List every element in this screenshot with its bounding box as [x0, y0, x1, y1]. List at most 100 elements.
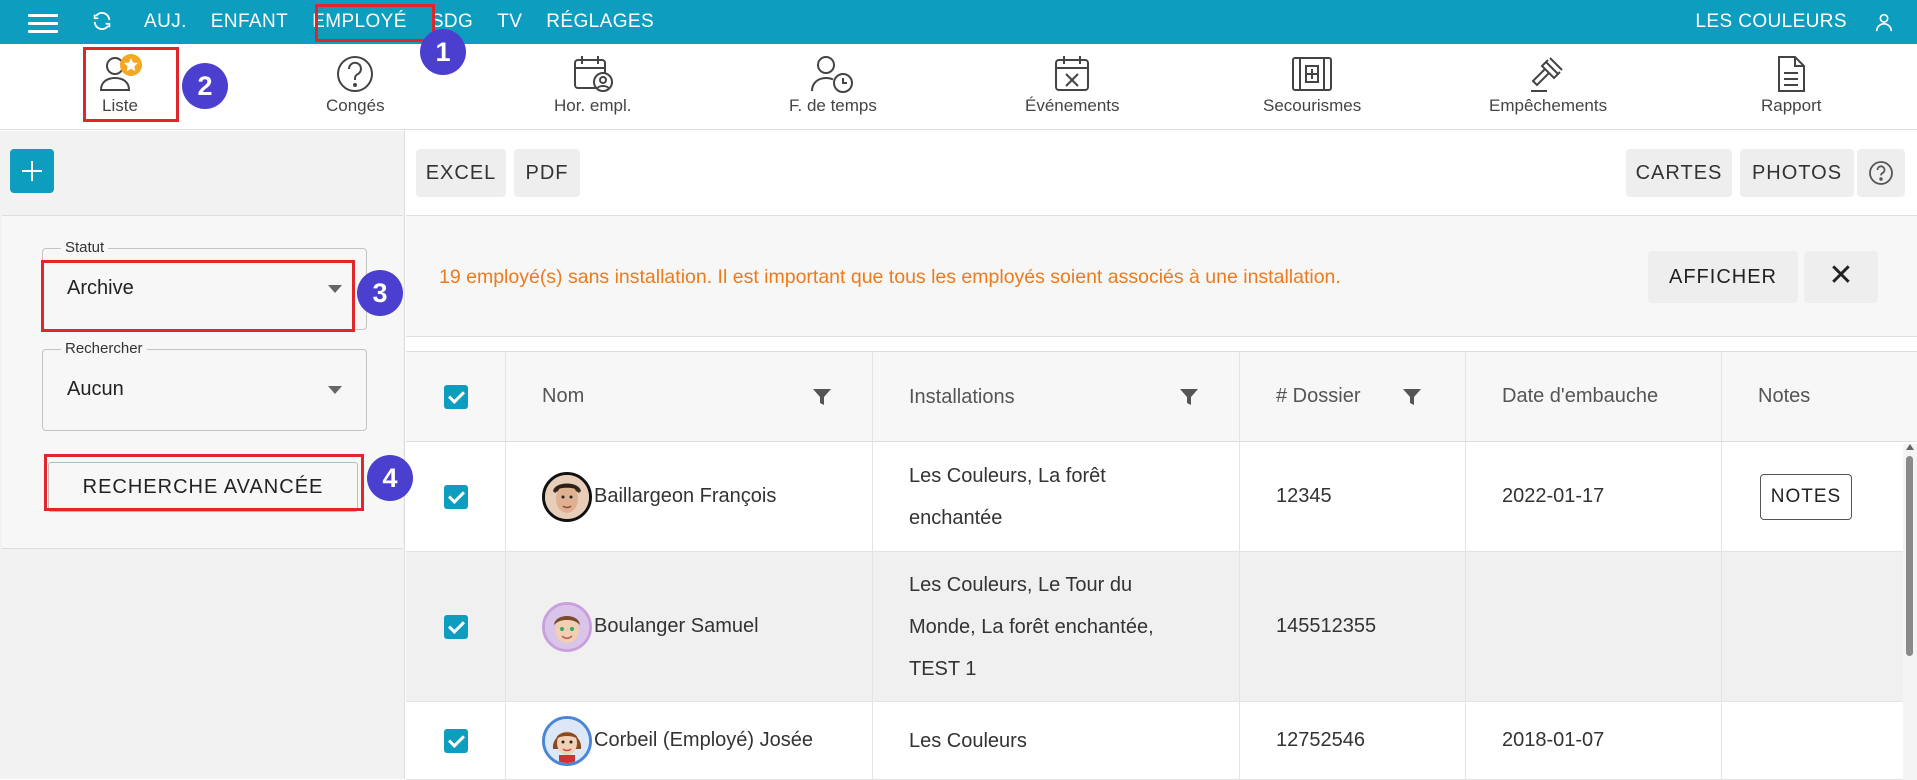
nav-enfant[interactable]: ENFANT	[199, 0, 300, 44]
name-cell: Boulanger Samuel	[506, 552, 873, 701]
dossier-cell: 12752546	[1240, 702, 1466, 779]
installation-alert: 19 employé(s) sans installation. Il est …	[406, 215, 1917, 337]
nav-employe[interactable]: EMPLOYÉ	[300, 0, 419, 44]
table-row[interactable]: Baillargeon François Les Couleurs, La fo…	[406, 442, 1917, 552]
tool-label: F. de temps	[789, 96, 877, 115]
excel-button[interactable]: EXCEL	[416, 149, 506, 197]
table-row[interactable]: Boulanger Samuel Les Couleurs, Le Tour d…	[406, 552, 1917, 702]
table-header: Nom Installations # Dossier Date d'embau…	[406, 352, 1917, 442]
tool-evenements[interactable]: Événements	[1025, 54, 1120, 116]
col-dossier[interactable]: # Dossier	[1240, 352, 1466, 441]
menu-icon[interactable]	[28, 14, 58, 33]
rechercher-value: Aucun	[67, 378, 124, 400]
nav-tv[interactable]: TV	[485, 0, 534, 44]
refresh-icon[interactable]	[91, 10, 113, 37]
dossier-cell: 145512355	[1240, 552, 1466, 701]
annotation-badge: 4	[367, 455, 413, 501]
row-select-cell	[406, 552, 506, 701]
filter-sidebar: Statut Archive Rechercher Aucun RECHERCH…	[0, 131, 405, 779]
tool-liste[interactable]: Liste	[97, 54, 143, 116]
tool-f-de-temps[interactable]: F. de temps	[789, 54, 877, 116]
top-navigation-bar: AUJ. ENFANT EMPLOYÉ SDG TV RÉGLAGES LES …	[0, 0, 1917, 44]
close-alert-button[interactable]: ✕	[1804, 251, 1878, 303]
col-nom[interactable]: Nom	[506, 352, 873, 441]
dossier-number: 12345	[1276, 485, 1332, 507]
tool-label: Rapport	[1761, 96, 1822, 115]
table-row[interactable]: Corbeil (Employé) Josée Les Couleurs 127…	[406, 702, 1917, 780]
employee-name: Boulanger Samuel	[594, 615, 759, 637]
user-icon[interactable]	[1873, 11, 1895, 38]
pdf-button[interactable]: PDF	[514, 149, 580, 197]
installations-text: Les Couleurs, Le Tour du Monde, La forêt…	[909, 573, 1154, 680]
installations-text: Les Couleurs	[909, 729, 1027, 752]
tool-conges[interactable]: Congés	[326, 54, 385, 116]
annotation-badge: 2	[182, 63, 228, 109]
installations-text: Les Couleurs, La forêt enchantée	[909, 464, 1106, 529]
row-select-cell	[406, 702, 506, 779]
notes-cell: NOTES	[1722, 442, 1917, 551]
filter-icon[interactable]	[1179, 387, 1199, 407]
row-checkbox[interactable]	[443, 484, 468, 509]
calendar-user-icon	[573, 56, 613, 92]
employee-table: Nom Installations # Dossier Date d'embau…	[406, 351, 1917, 780]
help-button[interactable]	[1857, 149, 1905, 197]
tool-label: Congés	[326, 96, 385, 115]
hire-date: 2018-01-07	[1502, 729, 1605, 751]
tool-secourismes[interactable]: Secourismes	[1263, 54, 1361, 116]
notes-cell	[1722, 552, 1917, 701]
main-nav: AUJ. ENFANT EMPLOYÉ SDG TV RÉGLAGES	[132, 0, 666, 44]
employee-name: Corbeil (Employé) Josée	[594, 729, 813, 751]
statut-value: Archive	[67, 277, 134, 299]
nav-auj[interactable]: AUJ.	[132, 0, 199, 44]
table-scrollbar[interactable]	[1903, 444, 1917, 780]
dossier-number: 12752546	[1276, 729, 1365, 751]
tool-label: Hor. empl.	[554, 96, 632, 115]
installations-cell: Les Couleurs, La forêt enchantée	[873, 442, 1240, 551]
photos-button[interactable]: PHOTOS	[1740, 149, 1854, 197]
tool-label: Empêchements	[1489, 96, 1608, 115]
row-checkbox[interactable]	[443, 728, 468, 753]
question-circle-icon	[1869, 161, 1893, 185]
col-installations[interactable]: Installations	[873, 352, 1240, 441]
filter-icon[interactable]	[1402, 387, 1422, 407]
export-bar: EXCEL PDF CARTES PHOTOS	[406, 131, 1917, 215]
tool-hor-empl[interactable]: Hor. empl.	[554, 54, 631, 116]
select-all-checkbox[interactable]	[443, 384, 468, 409]
col-label: # Dossier	[1276, 385, 1361, 407]
notes-button[interactable]: NOTES	[1760, 473, 1852, 520]
rechercher-label: Rechercher	[61, 340, 147, 357]
scroll-up-icon[interactable]	[1906, 444, 1914, 450]
col-date-embauche[interactable]: Date d'embauche	[1466, 352, 1722, 441]
select-all-cell	[406, 352, 506, 441]
rechercher-select[interactable]: Rechercher Aucun	[42, 340, 367, 431]
cartes-button[interactable]: CARTES	[1626, 149, 1732, 197]
site-name[interactable]: LES COULEURS	[1695, 0, 1847, 44]
row-select-cell	[406, 442, 506, 551]
afficher-button[interactable]: AFFICHER	[1648, 251, 1798, 303]
tool-rapport[interactable]: Rapport	[1761, 54, 1821, 116]
row-checkbox[interactable]	[443, 614, 468, 639]
dossier-number: 145512355	[1276, 615, 1377, 637]
tool-label: Liste	[102, 96, 138, 115]
filter-icon[interactable]	[812, 387, 832, 407]
advanced-search-button[interactable]: RECHERCHE AVANCÉE	[48, 462, 358, 512]
tool-empechements[interactable]: Empêchements	[1489, 54, 1607, 116]
avatar	[542, 715, 592, 766]
scroll-thumb[interactable]	[1906, 456, 1913, 656]
col-notes[interactable]: Notes	[1722, 352, 1917, 441]
nav-reglages[interactable]: RÉGLAGES	[534, 0, 666, 44]
avatar	[542, 601, 592, 652]
tool-label: Secourismes	[1263, 96, 1362, 115]
chevron-down-icon	[328, 285, 342, 293]
annotation-badge: 3	[357, 270, 403, 316]
chevron-down-icon	[328, 386, 342, 394]
col-label: Nom	[542, 385, 585, 407]
installations-cell: Les Couleurs	[873, 702, 1240, 779]
date-cell: 2022-01-17	[1466, 442, 1722, 551]
date-cell	[1466, 552, 1722, 701]
hire-date: 2022-01-17	[1502, 485, 1605, 507]
add-employee-button[interactable]	[10, 149, 54, 193]
name-cell: Baillargeon François	[506, 442, 873, 551]
statut-select[interactable]: Statut Archive	[42, 239, 367, 330]
gavel-icon	[1531, 57, 1563, 92]
